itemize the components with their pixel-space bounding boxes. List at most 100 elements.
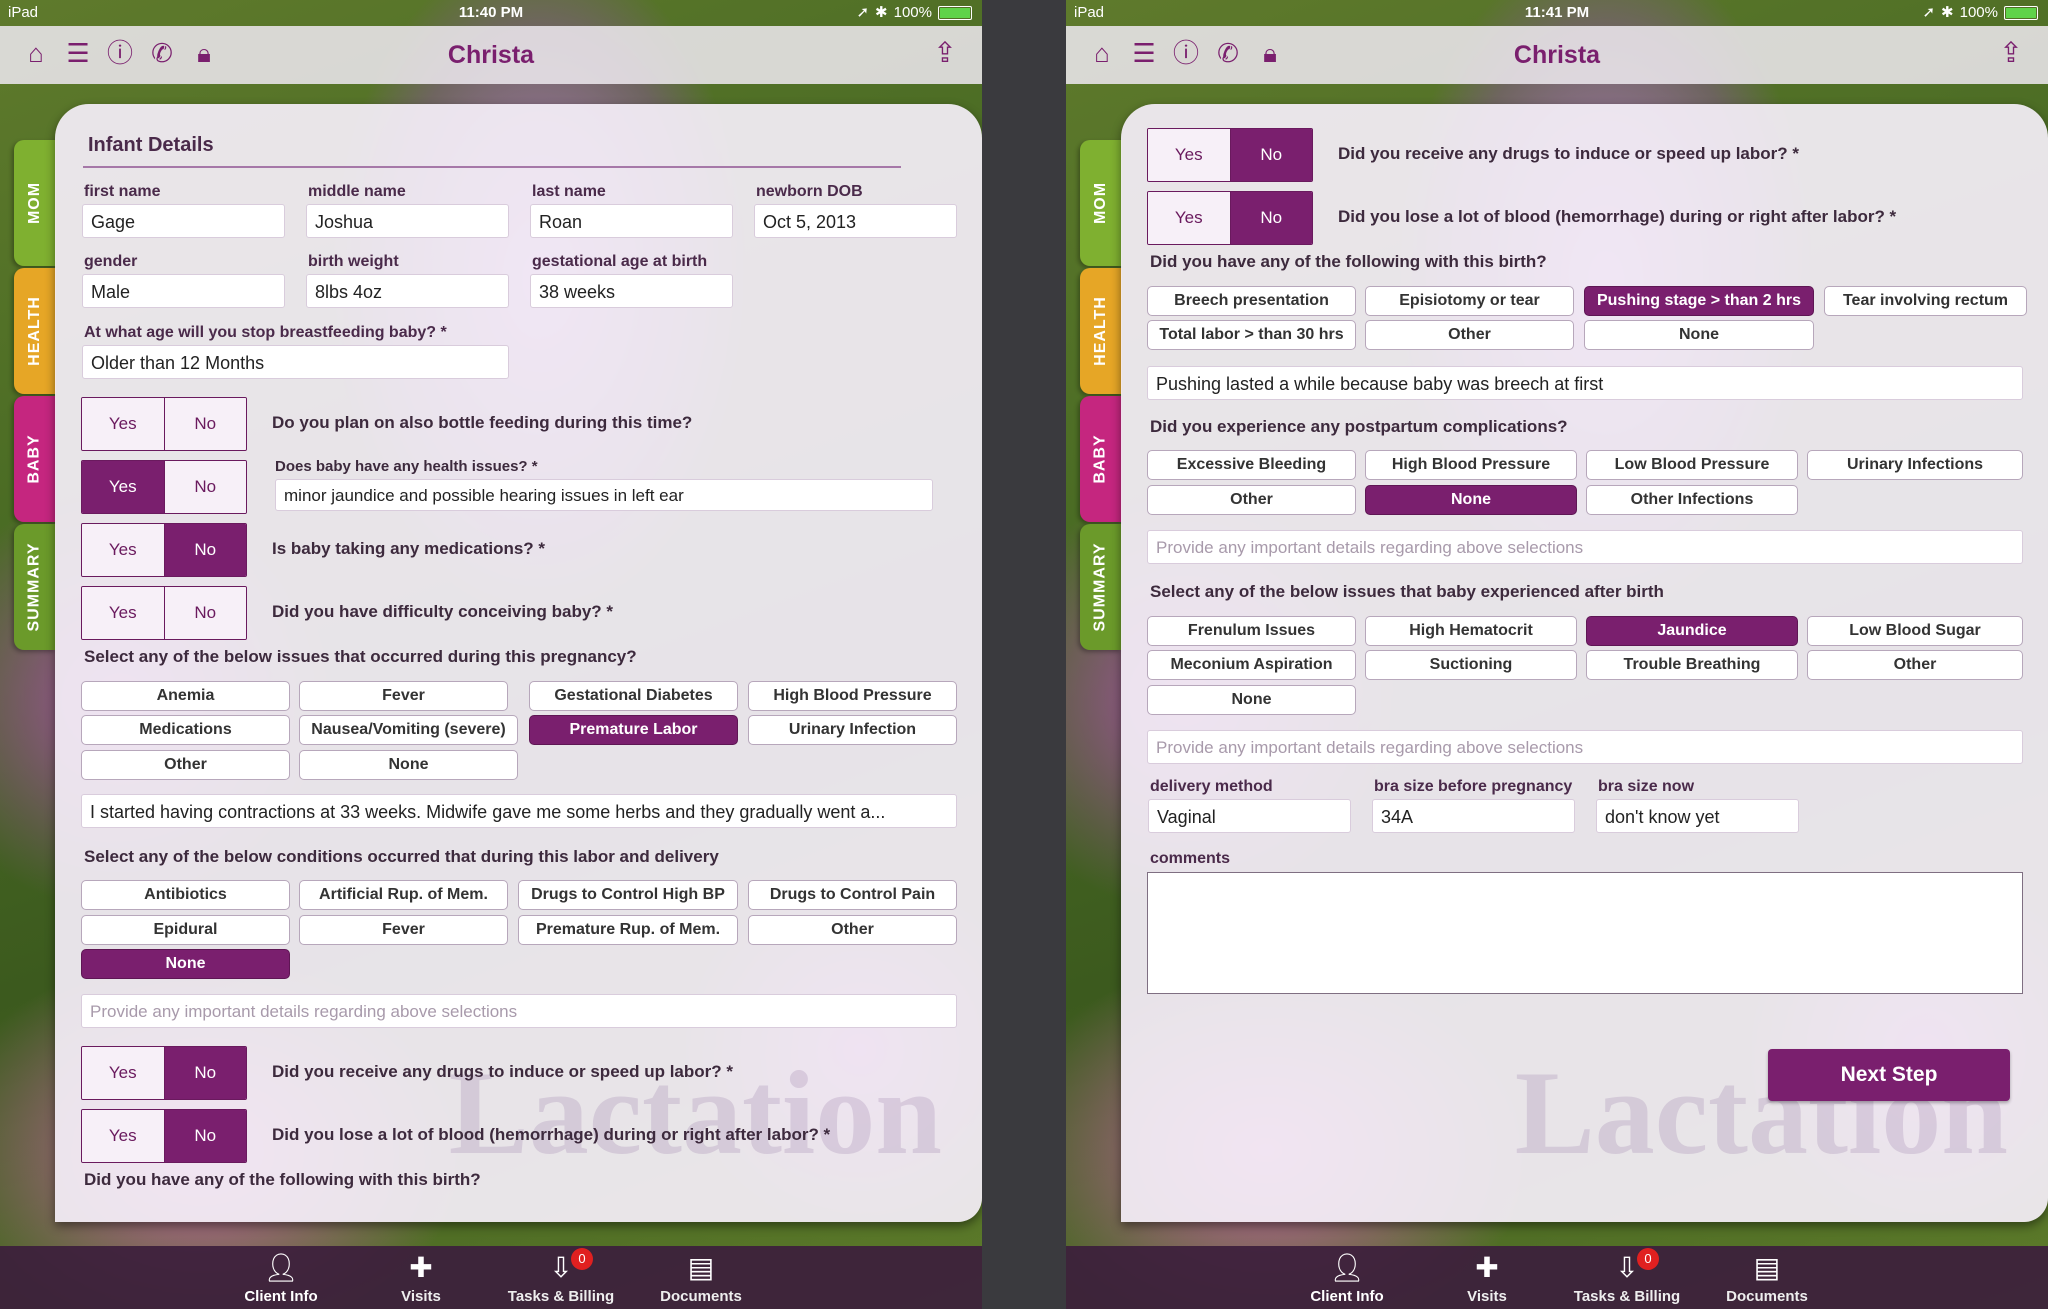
chip-antibiotics[interactable]: Antibiotics [81,880,290,910]
share-icon[interactable]: ⇪ [930,36,960,70]
pregnancy-details-field[interactable]: I started having contractions at 33 week… [81,794,957,828]
chip-nausea[interactable]: Nausea/Vomiting (severe) [299,715,518,745]
chip-other[interactable]: Other [1147,485,1356,515]
chip-fever[interactable]: Fever [299,681,508,711]
chip-total-labor[interactable]: Total labor > than 30 hrs [1147,320,1356,350]
chip-urinary-infections[interactable]: Urinary Infections [1807,450,2023,480]
no-button[interactable]: No [1229,192,1312,244]
chip-none[interactable]: None [81,949,290,979]
chip-other[interactable]: Other [748,915,957,945]
tab-baby-label: BABY [1092,434,1109,484]
chip-other[interactable]: Other [81,750,290,780]
tab-visits[interactable]: ✚ Visits [1417,1246,1557,1309]
tab-tasks-billing[interactable]: ⇩ 0 Tasks & Billing [1557,1246,1697,1309]
chip-jaundice[interactable]: Jaundice [1586,616,1798,646]
chip-other[interactable]: Other [1807,650,2023,680]
no-button[interactable]: No [1229,129,1312,181]
health-issues-field[interactable]: minor jaundice and possible hearing issu… [275,479,933,511]
chip-pushing-stage[interactable]: Pushing stage > than 2 hrs [1584,286,1814,316]
chip-suctioning[interactable]: Suctioning [1365,650,1577,680]
yes-button[interactable]: Yes [82,1047,164,1099]
tab-tasks-billing[interactable]: ⇩ 0 Tasks & Billing [491,1246,631,1309]
chip-premature-rupture[interactable]: Premature Rup. of Mem. [518,915,738,945]
tab-documents[interactable]: ▤ Documents [631,1246,771,1309]
tab-baby[interactable]: BABY [14,396,56,522]
yes-button[interactable]: Yes [82,461,164,513]
breastfeeding-age-select[interactable]: Older than 12 Months [82,345,509,379]
no-button[interactable]: No [163,1047,246,1099]
birth-details-field[interactable]: Pushing lasted a while because baby was … [1147,366,2023,400]
breastfeeding-question: At what age will you stop breastfeeding … [84,324,447,341]
chip-breech[interactable]: Breech presentation [1147,286,1356,316]
yes-button[interactable]: Yes [82,587,164,639]
next-step-button[interactable]: Next Step [1768,1049,2010,1101]
tab-health-label: HEALTH [1092,296,1110,366]
yes-button[interactable]: Yes [82,524,164,576]
middle-name-field[interactable]: Joshua [306,204,509,238]
gestational-age-field[interactable]: 38 weeks [530,274,733,308]
tab-tasks-label: Tasks & Billing [507,1288,615,1305]
chip-meconium[interactable]: Meconium Aspiration [1147,650,1356,680]
chip-episiotomy[interactable]: Episiotomy or tear [1365,286,1574,316]
tab-summary[interactable]: SUMMARY [14,524,56,650]
tab-mom[interactable]: MOM [1080,140,1122,266]
chip-high-blood-pressure[interactable]: High Blood Pressure [1365,450,1577,480]
chip-other[interactable]: Other [1365,320,1574,350]
tab-baby[interactable]: BABY [1080,396,1122,522]
first-name-field[interactable]: Gage [82,204,285,238]
chip-other-infections[interactable]: Other Infections [1586,485,1798,515]
chip-low-blood-pressure[interactable]: Low Blood Pressure [1586,450,1798,480]
tab-health[interactable]: HEALTH [14,268,56,394]
yes-button[interactable]: Yes [1148,192,1230,244]
yes-button[interactable]: Yes [1148,129,1230,181]
chip-tear-rectum[interactable]: Tear involving rectum [1824,286,2027,316]
chip-trouble-breathing[interactable]: Trouble Breathing [1586,650,1798,680]
labor-details-field[interactable]: Provide any important details regarding … [81,994,957,1028]
no-button[interactable]: No [163,524,246,576]
chip-artificial-rupture[interactable]: Artificial Rup. of Mem. [299,880,508,910]
chip-frenulum[interactable]: Frenulum Issues [1147,616,1356,646]
chip-high-blood-pressure[interactable]: High Blood Pressure [748,681,957,711]
tab-summary[interactable]: SUMMARY [1080,524,1122,650]
postpartum-details-field[interactable]: Provide any important details regarding … [1147,530,2023,564]
chip-medications[interactable]: Medications [81,715,290,745]
chip-none[interactable]: None [1584,320,1814,350]
chip-high-hematocrit[interactable]: High Hematocrit [1365,616,1577,646]
no-button[interactable]: No [163,461,246,513]
chip-premature-labor[interactable]: Premature Labor [529,715,738,745]
tab-mom[interactable]: MOM [14,140,56,266]
chip-anemia[interactable]: Anemia [81,681,290,711]
delivery-method-field[interactable]: Vaginal [1148,799,1351,833]
chip-drugs-pain[interactable]: Drugs to Control Pain [748,880,957,910]
tab-visits[interactable]: ✚ Visits [351,1246,491,1309]
bra-before-field[interactable]: 34A [1372,799,1575,833]
yes-button[interactable]: Yes [82,1110,164,1162]
share-icon[interactable]: ⇪ [1996,36,2026,70]
last-name-field[interactable]: Roan [530,204,733,238]
baby-details-field[interactable]: Provide any important details regarding … [1147,730,2023,764]
gender-field[interactable]: Male [82,274,285,308]
birth-weight-field[interactable]: 8lbs 4oz [306,274,509,308]
chip-gestational-diabetes[interactable]: Gestational Diabetes [529,681,738,711]
chip-urinary-infection[interactable]: Urinary Infection [748,715,957,745]
tab-client-info[interactable]: 👤︎ Client Info [211,1246,351,1309]
chip-drugs-high-bp[interactable]: Drugs to Control High BP [518,880,738,910]
no-button[interactable]: No [163,1110,246,1162]
bra-now-field[interactable]: don't know yet [1596,799,1799,833]
chip-none[interactable]: None [1365,485,1577,515]
comments-textarea[interactable] [1147,872,2023,994]
tab-documents[interactable]: ▤ Documents [1697,1246,1837,1309]
chip-none[interactable]: None [1147,685,1356,715]
chip-epidural[interactable]: Epidural [81,915,290,945]
no-button[interactable]: No [163,587,246,639]
chip-fever[interactable]: Fever [299,915,508,945]
tab-health[interactable]: HEALTH [1080,268,1122,394]
newborn-dob-field[interactable]: Oct 5, 2013 [754,204,957,238]
no-button[interactable]: No [163,398,246,450]
gestational-age-label: gestational age at birth [532,253,708,270]
yes-button[interactable]: Yes [82,398,164,450]
tab-client-info[interactable]: 👤︎ Client Info [1277,1246,1417,1309]
chip-excessive-bleeding[interactable]: Excessive Bleeding [1147,450,1356,480]
chip-low-blood-sugar[interactable]: Low Blood Sugar [1807,616,2023,646]
chip-none[interactable]: None [299,750,518,780]
